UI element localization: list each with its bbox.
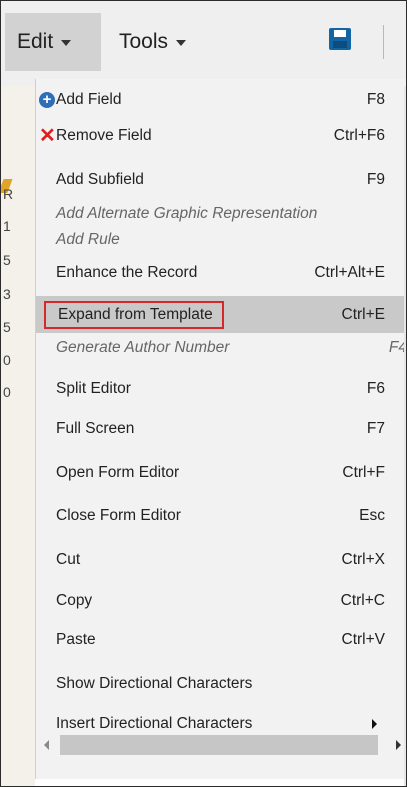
menu-item-remove-field[interactable]: ✕ Remove Field Ctrl+F6: [36, 117, 406, 154]
menu-item-label: Generate Author Number: [56, 338, 230, 356]
menu-item-label: Show Directional Characters: [56, 674, 253, 692]
save-icon[interactable]: [329, 28, 351, 50]
menu-item-add-rule: Add Rule: [36, 221, 406, 258]
menu-item-close-form-editor[interactable]: Close Form Editor Esc: [36, 497, 406, 534]
background-char: 0: [3, 384, 11, 400]
menu-item-shortcut: Ctrl+C: [340, 591, 385, 609]
menu-item-label: Paste: [56, 630, 96, 648]
tools-menu-button[interactable]: Tools: [119, 13, 187, 71]
edit-menu-label: Edit: [17, 30, 54, 53]
record-editor-background: R 1 5 3 5 0 0: [1, 86, 35, 786]
toolbar-divider: [383, 25, 384, 59]
menu-item-paste[interactable]: Paste Ctrl+V: [36, 621, 406, 658]
menu-item-label: Split Editor: [56, 379, 131, 397]
editor-window: Edit Tools R 1 5 3 5 0 0 + Add Field F8 …: [0, 0, 407, 787]
chevron-right-icon: [372, 718, 377, 729]
scroll-right-icon[interactable]: [396, 740, 401, 750]
menu-item-shortcut: F9: [366, 170, 385, 188]
toolbar: Edit Tools: [1, 1, 406, 86]
chevron-down-icon: [61, 40, 72, 46]
menu-item-shortcut: F7: [366, 419, 385, 437]
menu-item-enhance-record[interactable]: Enhance the Record Ctrl+Alt+E: [36, 254, 406, 291]
menu-item-label: Copy: [56, 591, 93, 609]
menu-item-shortcut: Ctrl+F: [342, 463, 385, 481]
menu-item-label: Close Form Editor: [56, 506, 181, 524]
background-char: 5: [3, 319, 11, 335]
menu-item-label: Add Alternate Graphic Representation: [56, 204, 318, 222]
menu-item-label: Open Form Editor: [56, 463, 180, 481]
menu-item-label: Remove Field: [56, 126, 152, 144]
menu-item-label: Full Screen: [56, 419, 135, 437]
scrollbar-thumb[interactable]: [60, 735, 378, 755]
menu-item-add-subfield[interactable]: Add Subfield F9: [36, 161, 406, 198]
remove-icon: ✕: [39, 124, 56, 147]
menu-item-label: Cut: [56, 550, 81, 568]
menu-item-shortcut: F6: [366, 379, 385, 397]
window-edge: [404, 86, 406, 786]
tools-menu-label: Tools: [119, 30, 169, 53]
menu-item-shortcut: Esc: [359, 506, 385, 524]
menu-item-label: Enhance the Record: [56, 263, 198, 281]
menu-item-shortcut: Ctrl+V: [341, 630, 386, 648]
menu-item-label: Expand from Template: [44, 300, 224, 329]
menu-item-shortcut: Ctrl+X: [341, 550, 386, 568]
menu-item-label: Add Rule: [56, 230, 120, 248]
menu-item-open-form-editor[interactable]: Open Form Editor Ctrl+F: [36, 454, 406, 491]
background-char: 5: [3, 252, 11, 268]
menu-item-show-directional-characters[interactable]: Show Directional Characters: [36, 665, 406, 702]
menu-item-shortcut: F8: [366, 90, 385, 108]
menu-item-full-screen[interactable]: Full Screen F7: [36, 410, 406, 447]
edit-menu-button[interactable]: Edit: [5, 13, 101, 71]
scroll-left-icon[interactable]: [44, 740, 49, 750]
menu-item-shortcut: Ctrl+F6: [333, 126, 385, 144]
menu-item-label: Add Subfield: [56, 170, 144, 188]
menu-item-shortcut: Ctrl+Alt+E: [314, 263, 385, 281]
menu-item-label: Add Field: [56, 90, 122, 108]
menu-item-add-field[interactable]: + Add Field F8: [36, 81, 406, 118]
background-char: R: [3, 186, 14, 202]
background-char: 0: [3, 352, 11, 368]
menu-item-cut[interactable]: Cut Ctrl+X: [36, 541, 406, 578]
menu-item-shortcut: Ctrl+E: [341, 305, 386, 323]
menu-item-split-editor[interactable]: Split Editor F6: [36, 370, 406, 407]
add-icon: +: [39, 91, 55, 108]
horizontal-scrollbar[interactable]: [36, 729, 406, 759]
edit-dropdown-menu: + Add Field F8 ✕ Remove Field Ctrl+F6 Ad…: [35, 79, 406, 779]
menu-item-copy[interactable]: Copy Ctrl+C: [36, 582, 406, 619]
menu-item-generate-author-number: Generate Author Number F4: [36, 329, 406, 366]
menu-item-expand-from-template[interactable]: Expand from Template Ctrl+E: [36, 296, 406, 333]
background-char: 1: [3, 218, 11, 234]
chevron-down-icon: [176, 40, 187, 46]
background-char: 3: [3, 286, 11, 302]
